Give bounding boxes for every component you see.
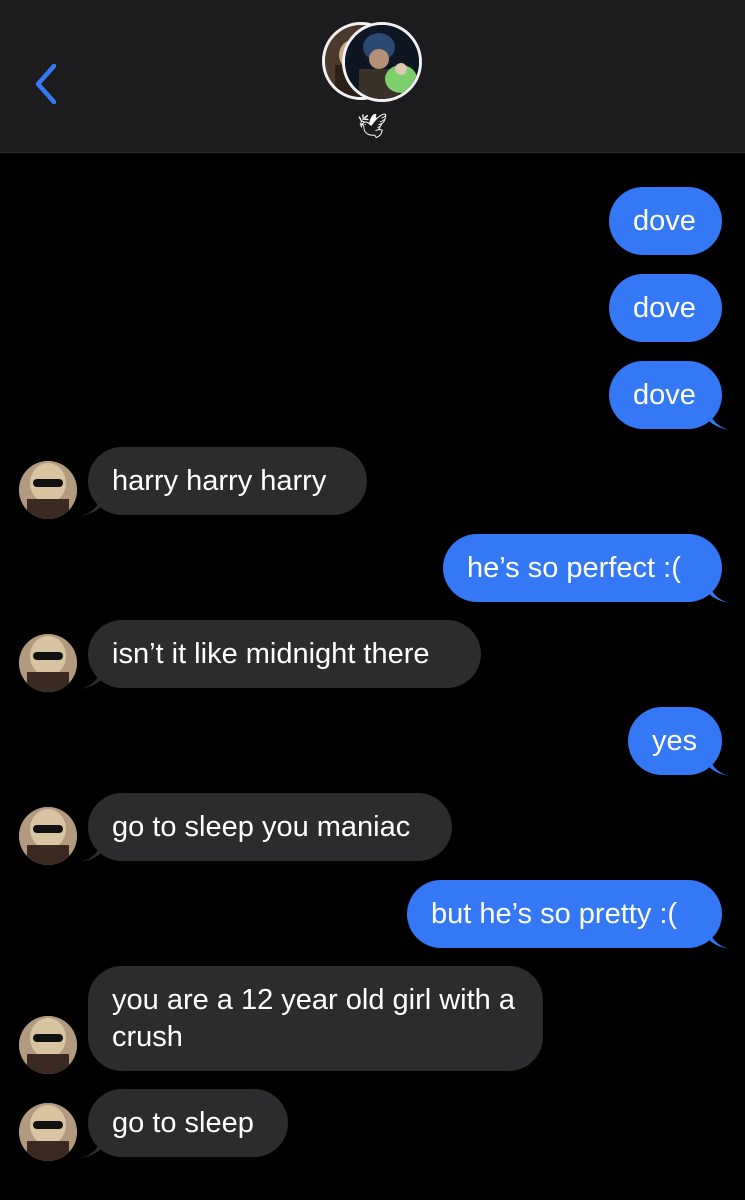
sent-message-bubble[interactable]: he’s so perfect :( xyxy=(443,534,722,602)
message-text: he’s so perfect :( xyxy=(467,551,681,584)
sent-message-bubble[interactable]: dove xyxy=(609,187,722,255)
bubble-tail xyxy=(80,1136,102,1158)
received-message-bubble[interactable]: you are a 12 year old girl with a crush xyxy=(88,966,543,1071)
group-avatar[interactable] xyxy=(322,22,424,104)
message-text: yes xyxy=(652,724,698,757)
bubble-tail xyxy=(708,927,730,949)
message-text: dove xyxy=(633,291,696,324)
message-text: but he’s so pretty :( xyxy=(431,897,678,930)
received-message-bubble[interactable]: isn’t it like midnight there xyxy=(88,620,481,688)
message-text: dove xyxy=(633,204,696,237)
group-name[interactable]: 🕊 xyxy=(0,112,745,140)
bubble-tail xyxy=(80,840,102,862)
bubble-tail xyxy=(80,667,102,689)
chevron-left-icon xyxy=(35,63,57,105)
received-message-bubble[interactable]: harry harry harry xyxy=(88,447,367,515)
contact-avatar[interactable] xyxy=(19,1016,77,1074)
sent-message-bubble[interactable]: dove xyxy=(609,361,722,429)
contact-avatar[interactable] xyxy=(19,461,77,519)
bubble-tail xyxy=(708,754,730,776)
contact-avatar[interactable] xyxy=(19,1103,77,1161)
sent-message-bubble[interactable]: dove xyxy=(609,274,722,342)
back-button[interactable] xyxy=(28,58,68,108)
message-text: harry harry harry xyxy=(112,464,327,497)
message-text: you are a 12 year old girl with a crush xyxy=(112,983,515,1053)
member-avatar xyxy=(342,22,422,102)
received-message-bubble[interactable]: go to sleep xyxy=(88,1089,288,1157)
bubble-tail xyxy=(80,494,102,516)
message-text: go to sleep you maniac xyxy=(112,810,411,843)
contact-avatar[interactable] xyxy=(19,634,77,692)
message-text: go to sleep xyxy=(112,1106,254,1139)
contact-avatar[interactable] xyxy=(19,807,77,865)
sent-message-bubble[interactable]: but he’s so pretty :( xyxy=(407,880,722,948)
conversation-header: 🕊 xyxy=(0,0,745,153)
message-text: isn’t it like midnight there xyxy=(112,637,430,670)
bubble-tail xyxy=(708,581,730,603)
received-message-bubble[interactable]: go to sleep you maniac xyxy=(88,793,452,861)
message-text: dove xyxy=(633,378,696,411)
bubble-tail xyxy=(708,408,730,430)
